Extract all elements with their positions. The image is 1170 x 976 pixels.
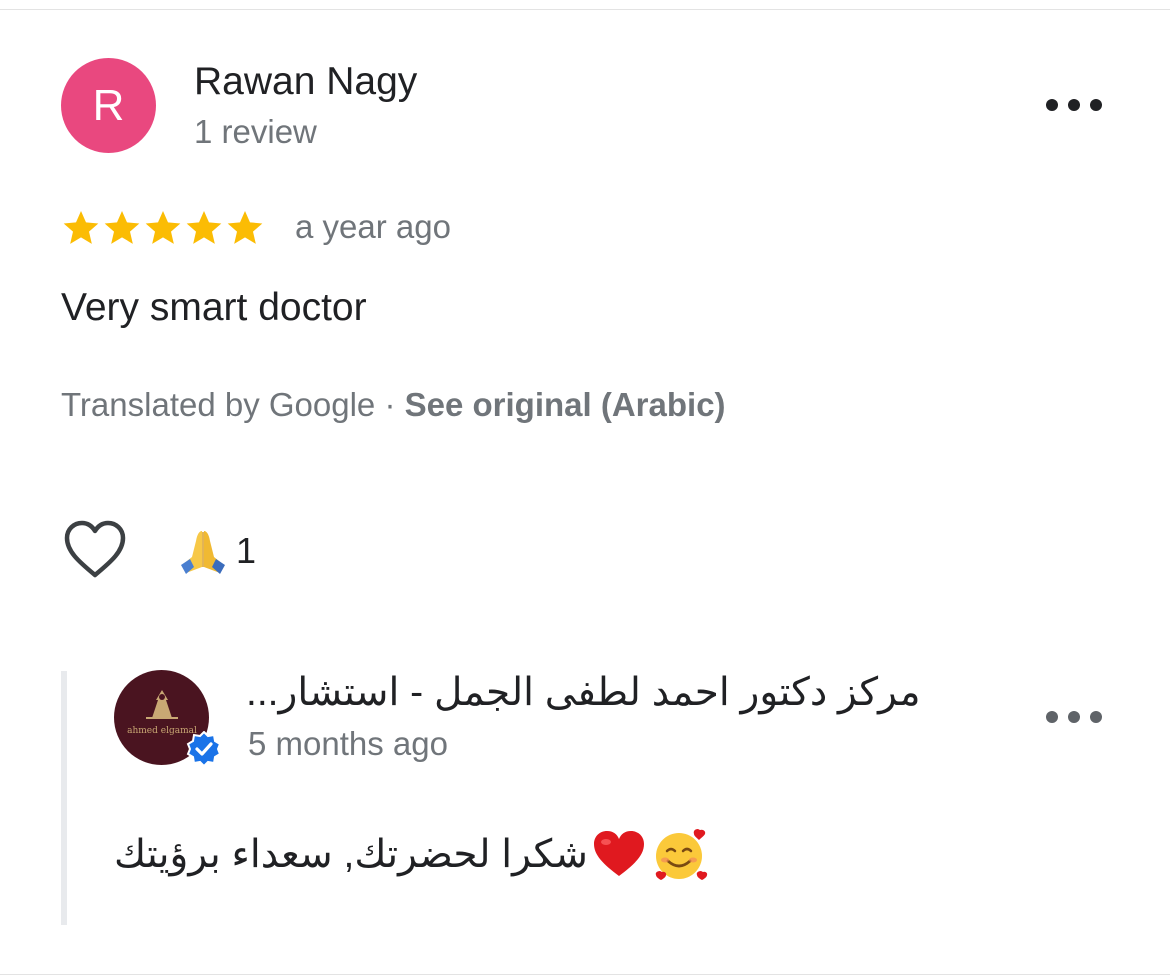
more-horizontal-icon-dot (1090, 711, 1102, 723)
like-button[interactable] (64, 520, 126, 580)
smiling-face-with-hearts-emoji (655, 829, 708, 880)
owner-name[interactable]: مركز دكتور احمد لطفى الجمل - استشار... (246, 670, 946, 715)
star-icon (104, 211, 140, 244)
owner-reply-text: شكرا لحضرتك, سعداء برؤيتك (114, 832, 588, 876)
more-horizontal-icon-dot (1068, 711, 1080, 723)
star-icon (145, 211, 181, 244)
star-icon (227, 211, 263, 244)
clinic-logo-icon (146, 690, 178, 719)
reviewer-avatar[interactable]: R (61, 58, 156, 153)
reaction-count: 1 (236, 530, 257, 571)
reply-time: 5 months ago (248, 725, 448, 762)
review-time: a year ago (295, 208, 451, 245)
star-icon (63, 211, 99, 244)
top-divider (0, 9, 1170, 10)
heart-outline-icon (64, 520, 126, 578)
avatar-initial: R (92, 80, 125, 130)
red-heart-emoji (593, 831, 644, 876)
bottom-divider (0, 974, 1170, 975)
review-card: R Rawan Nagy 1 review a year ago Very sm… (0, 0, 1170, 976)
owner-reply-body: شكرا لحضرتك, سعداء برؤيتك (114, 826, 708, 882)
review-count: 1 review (194, 113, 317, 150)
verified-badge-icon (186, 731, 222, 767)
star-rating (61, 205, 265, 251)
star-icon (186, 211, 222, 244)
reply-indent-bar (61, 671, 67, 925)
folded-hands-emoji (181, 531, 225, 574)
translation-note: Translated by Google · See original (Ara… (61, 386, 726, 424)
reply-more-options-button[interactable] (1046, 702, 1102, 732)
reaction-summary[interactable]: 1 (178, 526, 256, 576)
more-horizontal-icon (1046, 99, 1058, 111)
review-text: Very smart doctor (61, 286, 367, 329)
translated-by-label: Translated by Google · (61, 386, 405, 423)
see-original-link[interactable]: See original (Arabic) (405, 386, 726, 423)
reviewer-name[interactable]: Rawan Nagy (194, 60, 417, 104)
review-more-options-button[interactable] (1046, 90, 1102, 120)
more-horizontal-icon (1046, 711, 1058, 723)
more-horizontal-icon-dot (1068, 99, 1080, 111)
more-horizontal-icon-dot (1090, 99, 1102, 111)
